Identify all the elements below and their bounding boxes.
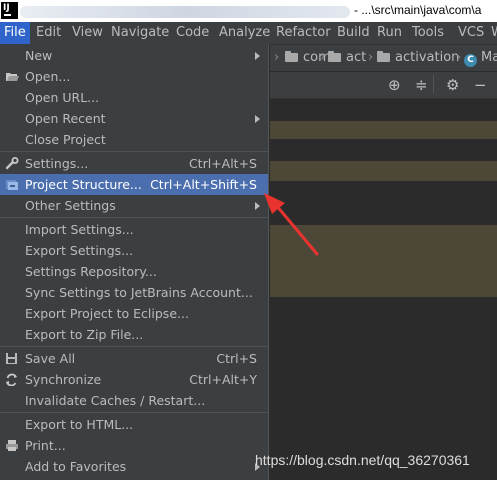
annotation-arrow-icon (264, 193, 319, 256)
watermark: https://blog.csdn.net/qq_36270361 (255, 452, 470, 468)
